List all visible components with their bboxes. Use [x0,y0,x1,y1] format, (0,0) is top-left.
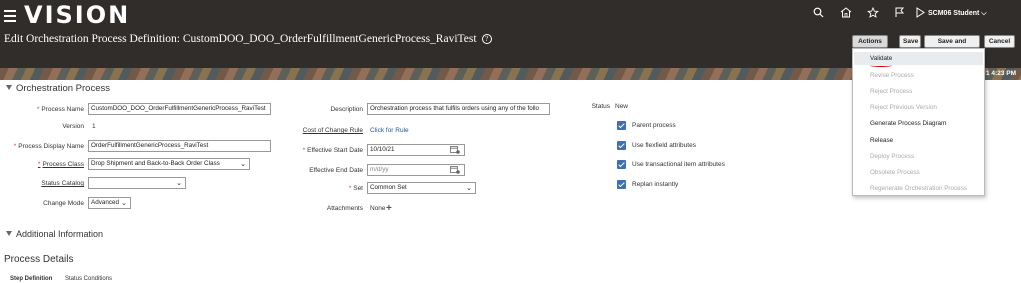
start-date-value: 10/10/21 [370,146,395,153]
display-name-label: * Process Display Name [13,143,84,150]
flag-icon[interactable] [894,7,905,18]
parent-process-checkbox[interactable] [617,121,626,130]
calendar-icon[interactable] [450,145,460,154]
process-name-input[interactable]: CustomDOO_DOO_OrderFulfillmentGenericPro… [88,103,271,115]
tab-status-conditions[interactable]: Status Conditions [65,276,112,282]
menu-item-deploy-process[interactable]: Deploy Process [870,153,914,160]
global-header: VISION SCM06 Student ⌵ [0,0,1021,30]
process-class-value: Drop Shipment and Back-to-Back Order Cla… [91,160,220,167]
menu-item-obsolete-process[interactable]: Obsolete Process [870,169,920,176]
parent-process-label: Parent process [632,122,676,129]
actions-dropdown-menu: Validate Revise Process Reject Process R… [852,48,985,196]
required-marker: * [13,143,17,150]
version-value: 1 [92,123,96,130]
page-title: Edit Orchestration Process Definition: C… [4,33,492,45]
collapse-triangle-icon [6,231,12,236]
set-label: * Set [348,185,363,192]
process-details-heading: Process Details [4,254,74,265]
menu-item-revise-process[interactable]: Revise Process [870,72,914,79]
help-icon[interactable]: ? [481,34,492,44]
chevron-down-icon: ⌵ [981,10,987,17]
display-name-input[interactable]: OrderFulfillmentGenericProcess_RaviTest [88,140,271,152]
add-attachment-icon[interactable]: + [386,204,392,214]
chevron-down-icon: ⌄ [466,185,472,192]
timestamp: 1 4:23 PM [986,70,1016,77]
status-label: Status [591,103,610,110]
effective-end-date-label: Effective End Date [309,167,363,174]
use-flexfield-attributes-checkbox[interactable] [617,141,626,150]
page-title-text: Edit Orchestration Process Definition: C… [4,33,477,45]
tab-step-definition[interactable]: Step Definition [10,276,52,282]
required-marker: * [36,106,40,113]
chevron-down-icon: ⌄ [240,161,246,168]
cost-of-change-rule-label: Cost of Change Rule [302,127,363,134]
navigator-menu-icon[interactable] [4,7,16,22]
attachments-value: None [370,205,386,212]
actions-label: Actions [858,38,882,45]
process-class-label[interactable]: * Process Class [10,161,84,168]
brand-logo: VISION [24,1,131,29]
actions-menu-button[interactable]: Actions ▾ [852,35,888,56]
menu-item-validate[interactable]: Validate [870,55,892,62]
collapse-triangle-icon [6,85,12,90]
calendar-icon[interactable] [450,165,460,174]
replan-instantly-label: Replan instantly [632,181,679,188]
status-catalog-label[interactable]: Status Catalog [10,180,84,187]
use-flexfield-attributes-label: Use flexfield attributes [632,142,696,149]
menu-item-reject-previous-version[interactable]: Reject Previous Version [870,104,937,111]
process-class-select[interactable]: Drop Shipment and Back-to-Back Order Cla… [88,158,250,170]
notifications-icon[interactable] [915,7,926,18]
section-title: Orchestration Process [16,83,110,94]
change-mode-select[interactable]: Advanced ⌄ [88,197,131,209]
change-mode-label: Change Mode [43,200,84,207]
section-title: Additional Information [16,229,104,239]
cancel-button[interactable]: Cancel [984,35,1015,48]
attachments-label: Attachments [326,205,363,212]
orchestration-section-header[interactable]: Orchestration Process [6,83,110,94]
user-name: SCM06 Student [928,10,980,17]
user-menu[interactable]: SCM06 Student ⌵ [928,10,987,18]
click-for-rule-link[interactable]: Click for Rule [370,127,409,134]
menu-item-regenerate-orchestration-process[interactable]: Regenerate Orchestration Process [870,185,967,192]
status-value: New [615,103,629,110]
save-button[interactable]: Save [899,35,921,48]
menu-item-release[interactable]: Release [870,137,893,144]
process-name-label: * Process Name [36,106,84,113]
menu-item-generate-process-diagram[interactable]: Generate Process Diagram [870,120,946,127]
use-transactional-item-attributes-checkbox[interactable] [617,160,626,169]
set-value: Common Set [370,184,407,191]
change-mode-value: Advanced [91,199,120,206]
description-input[interactable]: Orchestration process that fulfils order… [367,103,550,115]
search-icon[interactable] [813,7,824,18]
required-marker: * [302,147,306,154]
version-label: Version [62,123,84,130]
use-transactional-item-attributes-label: Use transactional item attributes [632,161,725,168]
home-icon[interactable] [840,7,852,18]
chevron-down-icon: ⌄ [176,180,182,187]
menu-item-reject-process[interactable]: Reject Process [870,88,912,95]
red-underline-annotation [870,64,892,67]
description-label: Description [330,106,363,113]
save-and-close-button[interactable]: Save and Close [924,35,980,56]
replan-instantly-checkbox[interactable] [617,180,626,189]
effective-start-date-label: * Effective Start Date [302,147,363,154]
set-select[interactable]: Common Set ⌄ [367,182,476,194]
additional-information-header[interactable]: Additional Information [6,229,103,239]
favorites-star-icon[interactable] [867,7,879,18]
required-marker: * [348,185,352,192]
required-marker: * [37,161,41,168]
chevron-down-icon: ⌄ [121,200,127,207]
status-catalog-select[interactable]: ⌄ [88,177,186,189]
